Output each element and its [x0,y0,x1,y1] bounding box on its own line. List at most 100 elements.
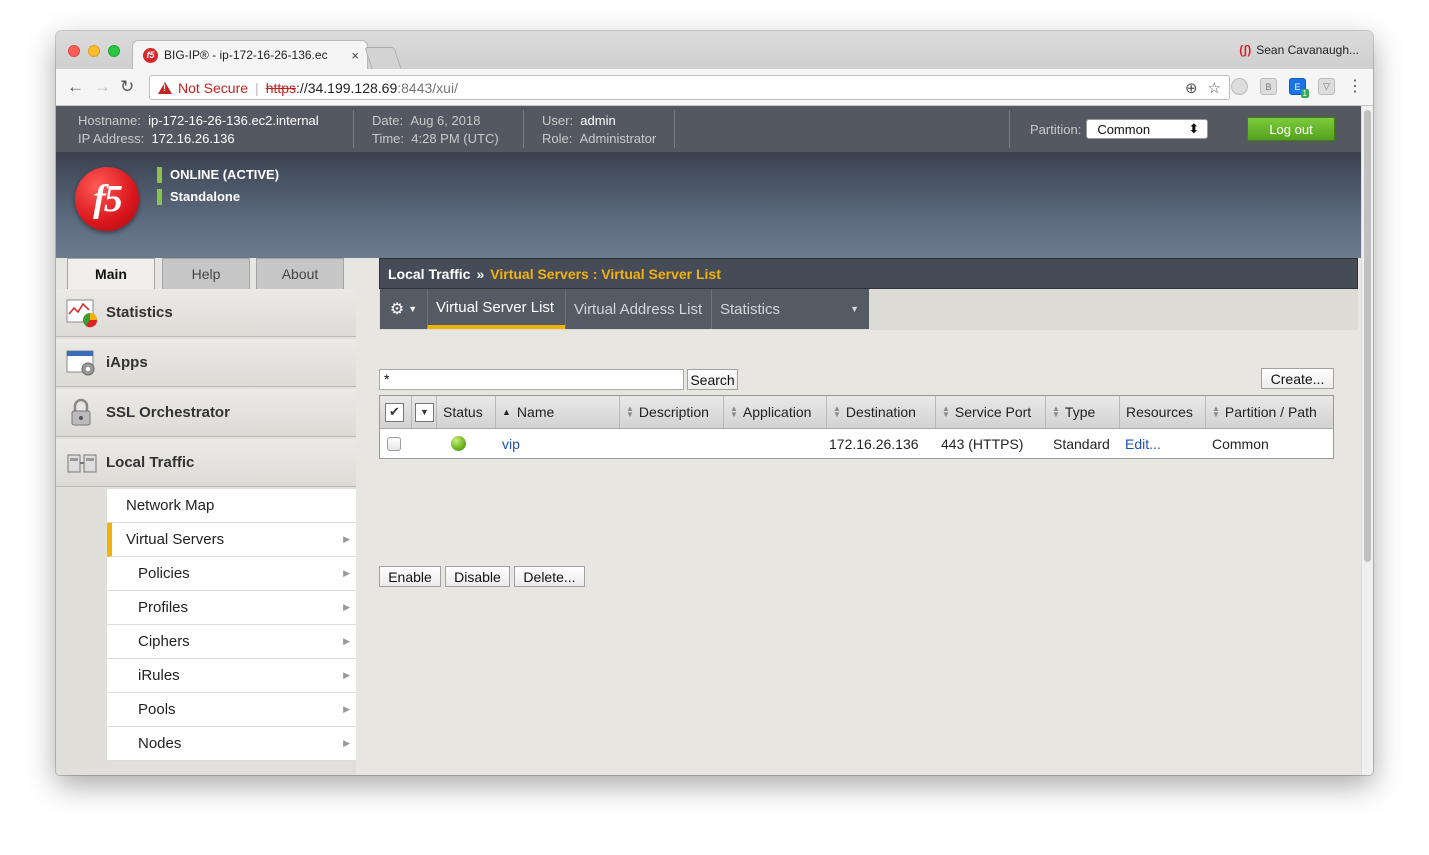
page-scrollbar[interactable] [1361,106,1373,775]
chevron-down-icon: ▼ [850,304,859,314]
bookmark-star-icon[interactable]: ☆ [1208,79,1221,97]
chevron-right-icon: ▶ [343,738,350,748]
role-value: Administrator [579,131,657,146]
breadcrumb-section[interactable]: Local Traffic [388,266,470,282]
gear-menu-button[interactable]: ⚙ ▼ [380,289,427,329]
sidebar-item-irules[interactable]: iRules ▶ [107,659,356,693]
extension-shield-icon[interactable]: ▽ [1318,78,1335,95]
sidebar-item-network-map[interactable]: Network Map [107,489,356,523]
tab-help[interactable]: Help [162,258,250,289]
extension-badge-icon[interactable]: E1 [1289,78,1309,98]
sidebar: Statistics iApps SSL Orchestrator Local … [56,289,356,775]
tab-virtual-server-list[interactable]: Virtual Server List [427,289,565,329]
profile-name: Sean Cavanaugh... [1256,43,1359,57]
column-service-port[interactable]: ▲ ▼ Service Port [936,396,1046,428]
create-button[interactable]: Create... [1261,368,1334,389]
info-divider [674,110,675,148]
select-all-header: ✔ [380,396,412,428]
search-input[interactable]: * [379,369,684,390]
browser-profile[interactable]: (ʃ) Sean Cavanaugh... [1239,43,1359,57]
sidebar-item-nodes[interactable]: Nodes ▶ [107,727,356,761]
search-button[interactable]: Search [687,369,738,390]
disable-button[interactable]: Disable [445,566,510,587]
virtual-server-link[interactable]: vip [502,436,520,452]
browser-tab[interactable]: f5 BIG-IP® - ip-172-16-26-136.ec × [132,40,368,69]
address-bar[interactable]: Not Secure | https ://34.199.128.69 :844… [149,75,1230,100]
breadcrumb-separator: » [476,265,485,282]
chevron-right-icon: ▶ [343,704,350,714]
sidebar-section-ssl-orchestrator[interactable]: SSL Orchestrator [56,389,356,437]
partition-select[interactable]: Common ⬍ [1086,119,1209,139]
column-partition[interactable]: ▲ ▼ Partition / Path [1206,396,1333,428]
column-description[interactable]: ▲ ▼ Description [620,396,724,428]
address-separator: | [255,79,259,96]
column-name[interactable]: ▲ Name [496,396,620,428]
browser-tab-title: BIG-IP® - ip-172-16-26-136.ec [164,48,328,62]
extension-box-icon[interactable]: B [1260,78,1277,95]
f5-page: Hostname: ip-172-16-26-136.ec2.internal … [56,106,1361,775]
host-info: Hostname: ip-172-16-26-136.ec2.internal … [78,112,319,148]
sidebar-item-virtual-servers[interactable]: Virtual Servers ▶ [107,523,356,557]
tab-statistics[interactable]: Statistics ▼ [711,289,869,329]
sidebar-item-profiles[interactable]: Profiles ▶ [107,591,356,625]
breadcrumb-current: Virtual Servers : Virtual Server List [490,265,721,282]
sidebar-section-label: SSL Orchestrator [106,404,230,421]
column-application[interactable]: ▲ ▼ Application [724,396,827,428]
sidebar-item-label: Profiles [138,599,189,616]
sidebar-section-local-traffic[interactable]: Local Traffic [56,439,356,487]
enable-button[interactable]: Enable [379,566,441,587]
time-value: 4:28 PM (UTC) [411,131,499,146]
chevron-right-icon: ▶ [343,568,350,578]
online-status: ONLINE (ACTIVE) [157,167,279,183]
user-label: User: [542,113,574,128]
sidebar-section-statistics[interactable]: Statistics [56,289,356,337]
url-path: :8443/xui/ [397,79,458,96]
virtual-server-table: ✔ ▼ Status ▲ Name ▲ ▼ Description ▲ ▼ Ap… [379,395,1334,459]
delete-button[interactable]: Delete... [514,566,585,587]
tab-virtual-address-list[interactable]: Virtual Address List [565,289,711,329]
select-all-checkbox[interactable]: ✔ [385,402,404,422]
logout-button[interactable]: Log out [1247,117,1335,141]
system-info-bar: Hostname: ip-172-16-26-136.ec2.internal … [56,106,1361,152]
column-type[interactable]: ▲ ▼ Type [1046,396,1120,428]
tab-main[interactable]: Main [67,258,155,289]
sidebar-section-label: Statistics [106,304,173,321]
row-service-port-cell: 443 (HTTPS) [941,435,1024,452]
zoom-icon[interactable]: ⊕ [1185,79,1198,97]
partition-selector: Partition: Common ⬍ [1030,119,1209,139]
row-checkbox[interactable] [387,436,401,451]
tab-statistics-label: Statistics [720,300,781,318]
column-label: Description [638,404,709,420]
chevron-right-icon: ▶ [343,636,350,646]
sidebar-section-iapps[interactable]: iApps [56,339,356,387]
reload-icon[interactable]: ↻ [120,77,134,97]
status-available-icon [451,436,466,451]
hostname-label: Hostname: [78,113,141,128]
sidebar-item-policies[interactable]: Policies ▶ [107,557,356,591]
not-secure-label: Not Secure [178,79,249,96]
column-status[interactable]: Status [437,396,496,428]
row-resources-cell: Edit... [1120,429,1206,458]
sidebar-section-label: Local Traffic [106,454,195,471]
back-arrow-icon[interactable]: ← [67,77,84,97]
tab-about[interactable]: About [256,258,344,289]
browser-menu-icon[interactable]: ⋮ [1347,78,1363,95]
profile-icon: (ʃ) [1239,43,1252,57]
minimize-window-button[interactable] [88,45,100,57]
edit-resources-link[interactable]: Edit... [1125,436,1161,452]
extension-circle-icon[interactable] [1231,78,1248,95]
sidebar-item-ciphers[interactable]: Ciphers ▶ [107,625,356,659]
sidebar-item-pools[interactable]: Pools ▶ [107,693,356,727]
row-partition-cell: Common [1212,435,1269,452]
scrollbar-thumb[interactable] [1364,110,1371,562]
breadcrumb: Local Traffic » Virtual Servers : Virtua… [379,258,1358,289]
column-destination[interactable]: ▲ ▼ Destination [827,396,936,428]
browser-toolbar: ← → ↻ Not Secure | https ://34.199.128.6… [56,69,1373,106]
row-destination-cell: 172.16.26.136 [829,435,919,452]
tab-close-icon[interactable]: × [351,48,359,63]
forward-arrow-icon[interactable]: → [94,77,111,97]
maximize-window-button[interactable] [108,45,120,57]
chevron-down-icon[interactable]: ▼ [415,402,434,422]
close-window-button[interactable] [68,45,80,57]
new-tab-button[interactable] [364,47,402,69]
